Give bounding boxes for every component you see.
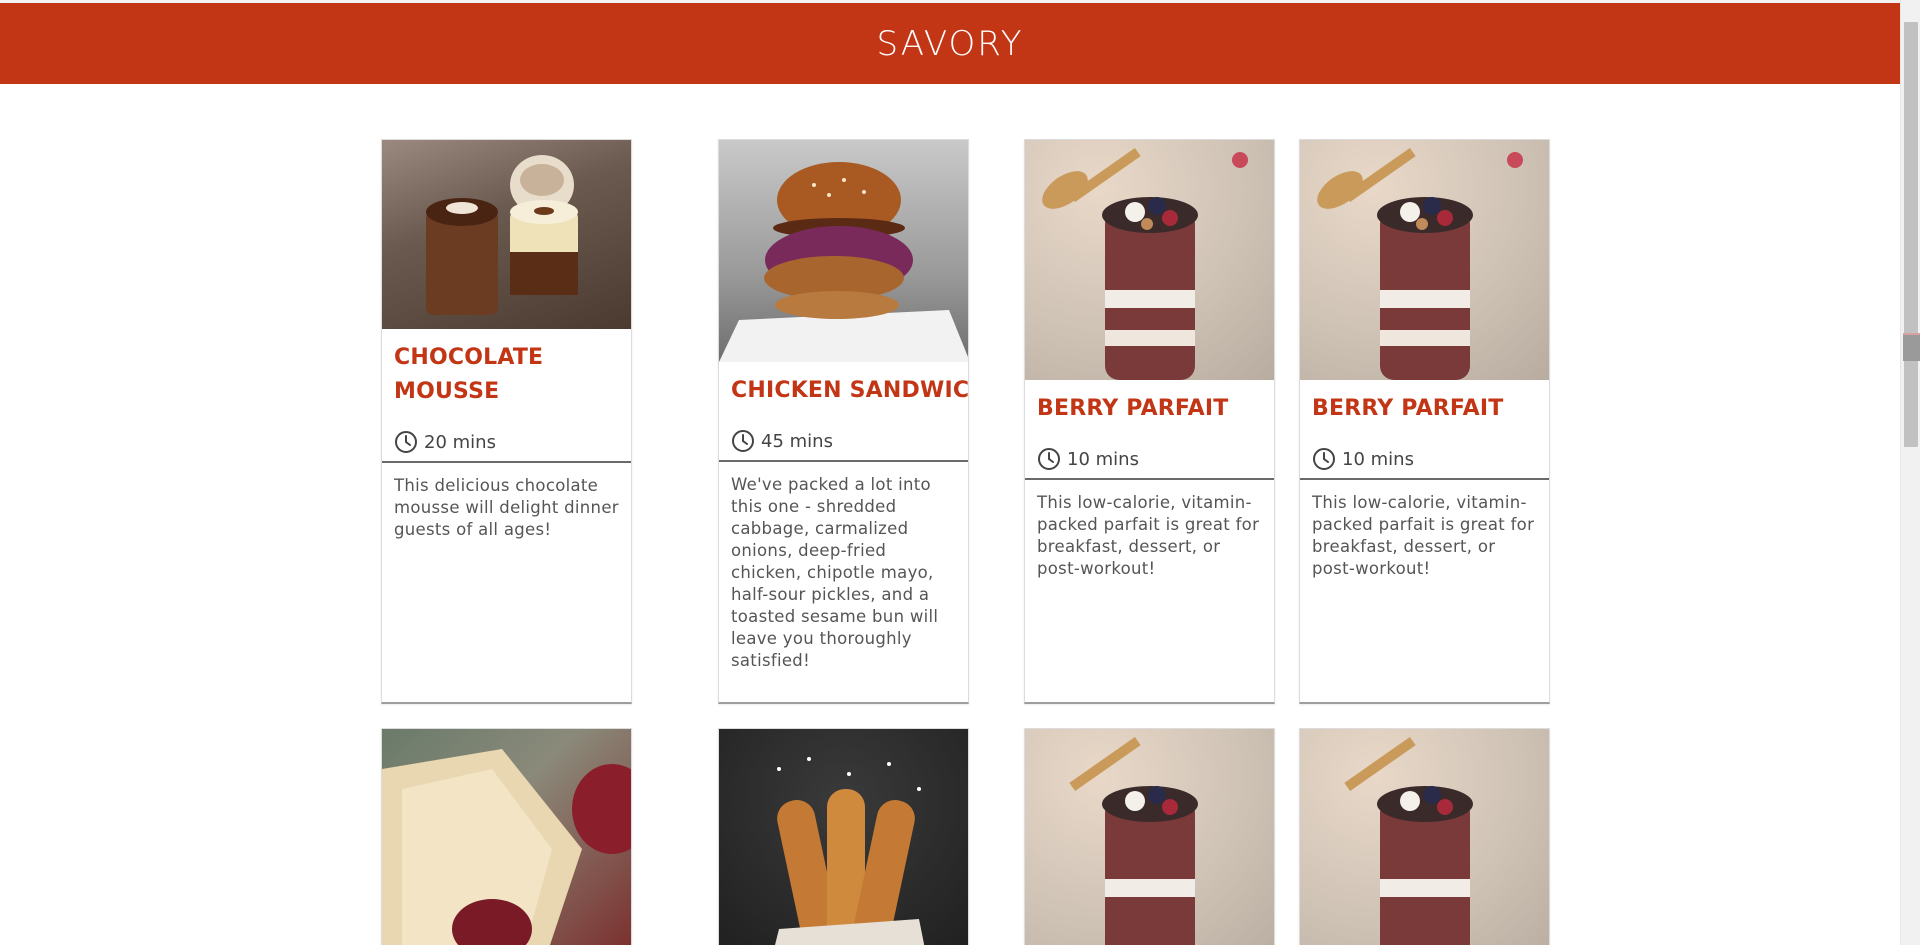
scrollbar-marker xyxy=(1903,333,1920,361)
recipe-title[interactable]: CHOCOLATE MOUSSE xyxy=(382,341,552,409)
recipe-time-label: 10 mins xyxy=(1342,448,1414,470)
recipe-time: 20 mins xyxy=(382,427,631,457)
recipe-time: 10 mins xyxy=(1300,444,1549,474)
recipe-time: 45 mins xyxy=(719,426,968,456)
recipe-card-chicken-sandwich[interactable]: CHICKEN SANDWICH 45 mins We've packed a … xyxy=(718,139,969,704)
recipe-title[interactable]: BERRY PARFAIT xyxy=(1300,392,1549,426)
page-header: SAVORY xyxy=(0,3,1900,84)
clock-icon xyxy=(732,430,754,452)
recipe-image-berry-parfait xyxy=(1025,140,1274,380)
recipe-time-label: 10 mins xyxy=(1067,448,1139,470)
vertical-scrollbar[interactable] xyxy=(1900,0,1920,945)
recipe-image-berry-parfait xyxy=(1025,729,1274,945)
recipe-time-label: 20 mins xyxy=(424,431,496,453)
recipe-card-chocolate-mousse[interactable]: CHOCOLATE MOUSSE 20 mins This delicious … xyxy=(381,139,632,704)
recipe-image-chicken-sandwich xyxy=(719,140,968,362)
page-title: SAVORY xyxy=(876,23,1024,64)
recipe-description: This low-calorie, vitamin-packed parfait… xyxy=(1037,493,1260,578)
recipe-title[interactable]: CHICKEN SANDWICH xyxy=(719,374,968,408)
recipe-title[interactable]: BERRY PARFAIT xyxy=(1025,392,1274,426)
recipe-card-berry-parfait-2[interactable]: BERRY PARFAIT 10 mins This low-calorie, … xyxy=(1299,139,1550,704)
recipe-image-churros xyxy=(719,729,968,945)
recipe-description: This low-calorie, vitamin-packed parfait… xyxy=(1312,493,1535,578)
recipe-image-coconut-dessert xyxy=(382,729,631,945)
recipe-card-row2-1[interactable] xyxy=(381,728,632,945)
scrollbar-thumb[interactable] xyxy=(1904,22,1918,447)
recipe-image-berry-parfait xyxy=(1300,140,1549,380)
recipe-description: We've packed a lot into this one - shred… xyxy=(731,475,939,670)
recipe-image-berry-parfait xyxy=(1300,729,1549,945)
clock-icon xyxy=(395,431,417,453)
recipe-card-berry-parfait[interactable]: BERRY PARFAIT 10 mins This low-calorie, … xyxy=(1024,139,1275,704)
recipe-time: 10 mins xyxy=(1025,444,1274,474)
recipe-image-chocolate-mousse xyxy=(382,140,631,329)
recipe-card-row2-2[interactable] xyxy=(718,728,969,945)
clock-icon xyxy=(1313,448,1335,470)
recipe-description: This delicious chocolate mousse will del… xyxy=(394,476,619,539)
recipe-card-row2-3[interactable] xyxy=(1024,728,1275,945)
clock-icon xyxy=(1038,448,1060,470)
recipe-card-row2-4[interactable] xyxy=(1299,728,1550,945)
recipe-time-label: 45 mins xyxy=(761,430,833,452)
